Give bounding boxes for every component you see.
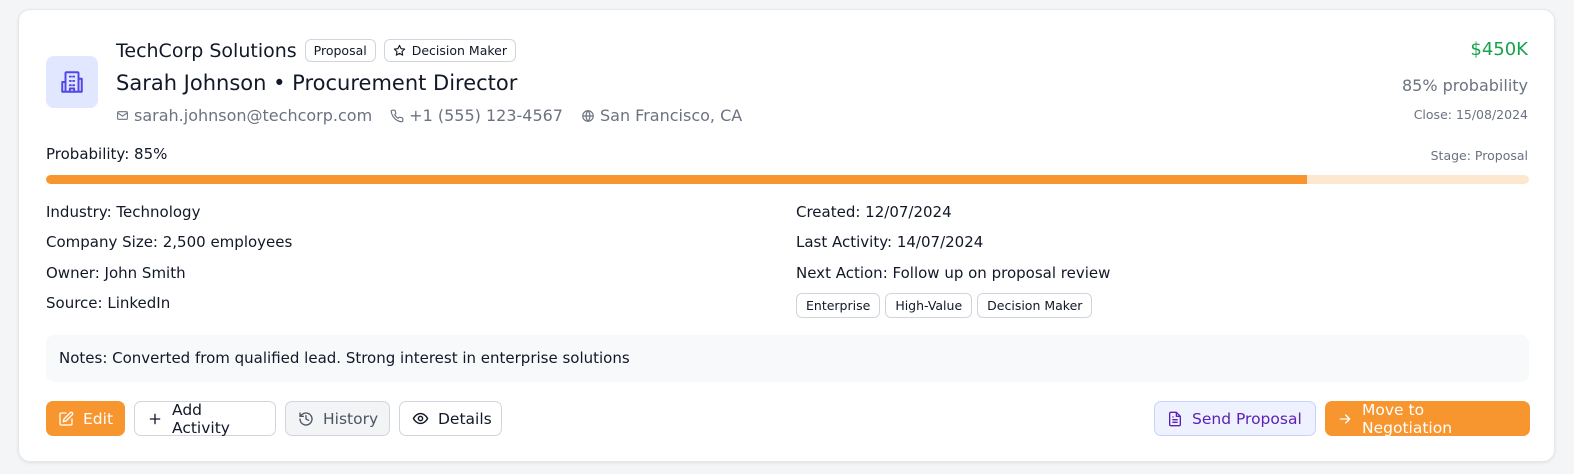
edit-icon bbox=[58, 411, 74, 427]
probability-bar-fill bbox=[46, 175, 1307, 184]
arrow-right-icon bbox=[1337, 411, 1353, 427]
phone-link[interactable]: +1 (555) 123-4567 bbox=[390, 106, 563, 125]
mail-icon bbox=[116, 109, 129, 122]
next-action: Next Action: Follow up on proposal revie… bbox=[796, 264, 1111, 282]
globe-icon bbox=[581, 109, 595, 123]
plus-icon bbox=[147, 411, 163, 427]
notes: Notes: Converted from qualified lead. St… bbox=[46, 335, 1529, 382]
lead-card: TechCorp Solutions Proposal Decision Mak… bbox=[18, 9, 1555, 462]
details-label: Details bbox=[438, 409, 492, 428]
created-date: Created: 12/07/2024 bbox=[796, 203, 952, 221]
star-icon bbox=[393, 44, 406, 57]
add-activity-label: Add Activity bbox=[172, 400, 230, 437]
probability-summary: 85% probability bbox=[1401, 76, 1528, 95]
stage-badge: Proposal bbox=[304, 39, 376, 62]
move-to-negotiation-button[interactable]: Move to Negotiation bbox=[1325, 400, 1530, 437]
last-activity: Last Activity: 14/07/2024 bbox=[796, 233, 984, 251]
edit-label: Edit bbox=[83, 409, 114, 428]
edit-button[interactable]: Edit bbox=[46, 401, 125, 436]
tag: Enterprise bbox=[796, 293, 881, 318]
send-proposal-button[interactable]: Send Proposal bbox=[1154, 401, 1316, 436]
send-proposal-label: Send Proposal bbox=[1192, 409, 1302, 428]
file-icon bbox=[1167, 411, 1183, 427]
history-button[interactable]: History bbox=[285, 401, 390, 436]
location: San Francisco, CA bbox=[581, 106, 742, 125]
email-text: sarah.johnson@techcorp.com bbox=[134, 106, 373, 125]
location-text: San Francisco, CA bbox=[599, 106, 743, 125]
company-header: TechCorp Solutions Proposal Decision Mak… bbox=[116, 39, 516, 62]
company-size: Company Size: 2,500 employees bbox=[46, 233, 293, 251]
close-date: Close: 15/08/2024 bbox=[1413, 107, 1528, 122]
decision-maker-badge: Decision Maker bbox=[383, 39, 516, 62]
eye-icon bbox=[412, 410, 429, 427]
add-activity-button[interactable]: Add Activity bbox=[134, 400, 276, 437]
building-icon bbox=[46, 56, 98, 108]
contact-name-title: Sarah Johnson • Procurement Director bbox=[116, 71, 518, 95]
move-label: Move to Negotiation bbox=[1362, 400, 1453, 437]
stage-label: Stage: Proposal bbox=[1430, 148, 1528, 163]
email-link[interactable]: sarah.johnson@techcorp.com bbox=[116, 106, 372, 125]
tag: Decision Maker bbox=[977, 293, 1093, 318]
phone-icon bbox=[390, 109, 404, 123]
tag-list: Enterprise High-Value Decision Maker bbox=[796, 293, 1093, 318]
decision-maker-label: Decision Maker bbox=[411, 43, 507, 58]
probability-label: Probability: 85% bbox=[46, 145, 168, 163]
details-button[interactable]: Details bbox=[399, 401, 502, 436]
history-label: History bbox=[323, 409, 379, 428]
contact-details: sarah.johnson@techcorp.com +1 (555) 123-… bbox=[116, 106, 742, 125]
history-icon bbox=[298, 411, 314, 427]
phone-text: +1 (555) 123-4567 bbox=[409, 106, 563, 125]
industry: Industry: Technology bbox=[46, 203, 201, 221]
tag: High-Value bbox=[885, 293, 973, 318]
probability-bar bbox=[46, 175, 1529, 184]
deal-value: $450K bbox=[1470, 39, 1528, 60]
company-name: TechCorp Solutions bbox=[116, 39, 297, 62]
source: Source: LinkedIn bbox=[46, 294, 171, 312]
owner: Owner: John Smith bbox=[46, 264, 186, 282]
